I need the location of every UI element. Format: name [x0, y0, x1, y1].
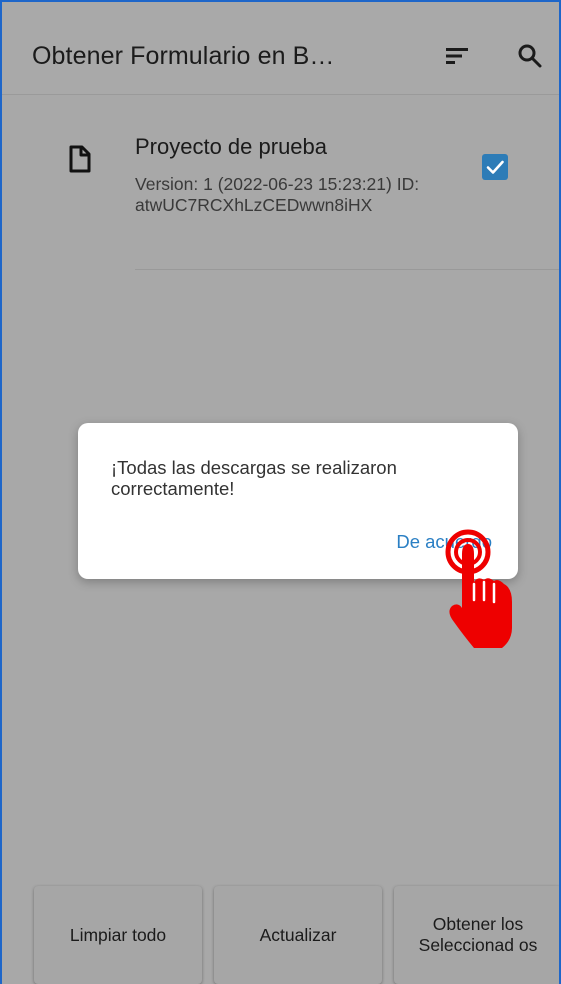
page-title: Obtener Formulario en B…	[32, 42, 335, 70]
get-selected-button[interactable]: Obtener los Seleccionad os	[394, 886, 559, 984]
form-checkbox[interactable]	[482, 154, 508, 180]
form-details: Version: 1 (2022-06-23 15:23:21) ID: atw…	[135, 174, 420, 215]
hand-pointer-icon	[440, 524, 520, 652]
sort-icon[interactable]	[437, 36, 477, 76]
refresh-button[interactable]: Actualizar	[214, 886, 382, 984]
bottom-action-bar: Limpiar todo Actualizar Obtener los Sele…	[2, 886, 559, 984]
app-bar: Obtener Formulario en B…	[2, 2, 559, 95]
form-title: Proyecto de prueba	[135, 134, 328, 159]
app-screen: Obtener Formulario en B… Proyecto de pru…	[0, 0, 561, 984]
list-item[interactable]: Proyecto de prueba Version: 1 (2022-06-2…	[2, 94, 559, 272]
file-icon	[64, 144, 94, 174]
search-icon[interactable]	[510, 36, 550, 76]
clear-all-button[interactable]: Limpiar todo	[34, 886, 202, 984]
divider	[135, 269, 559, 270]
check-icon	[486, 160, 504, 174]
dialog-message: ¡Todas las descargas se realizaron corre…	[111, 457, 397, 499]
